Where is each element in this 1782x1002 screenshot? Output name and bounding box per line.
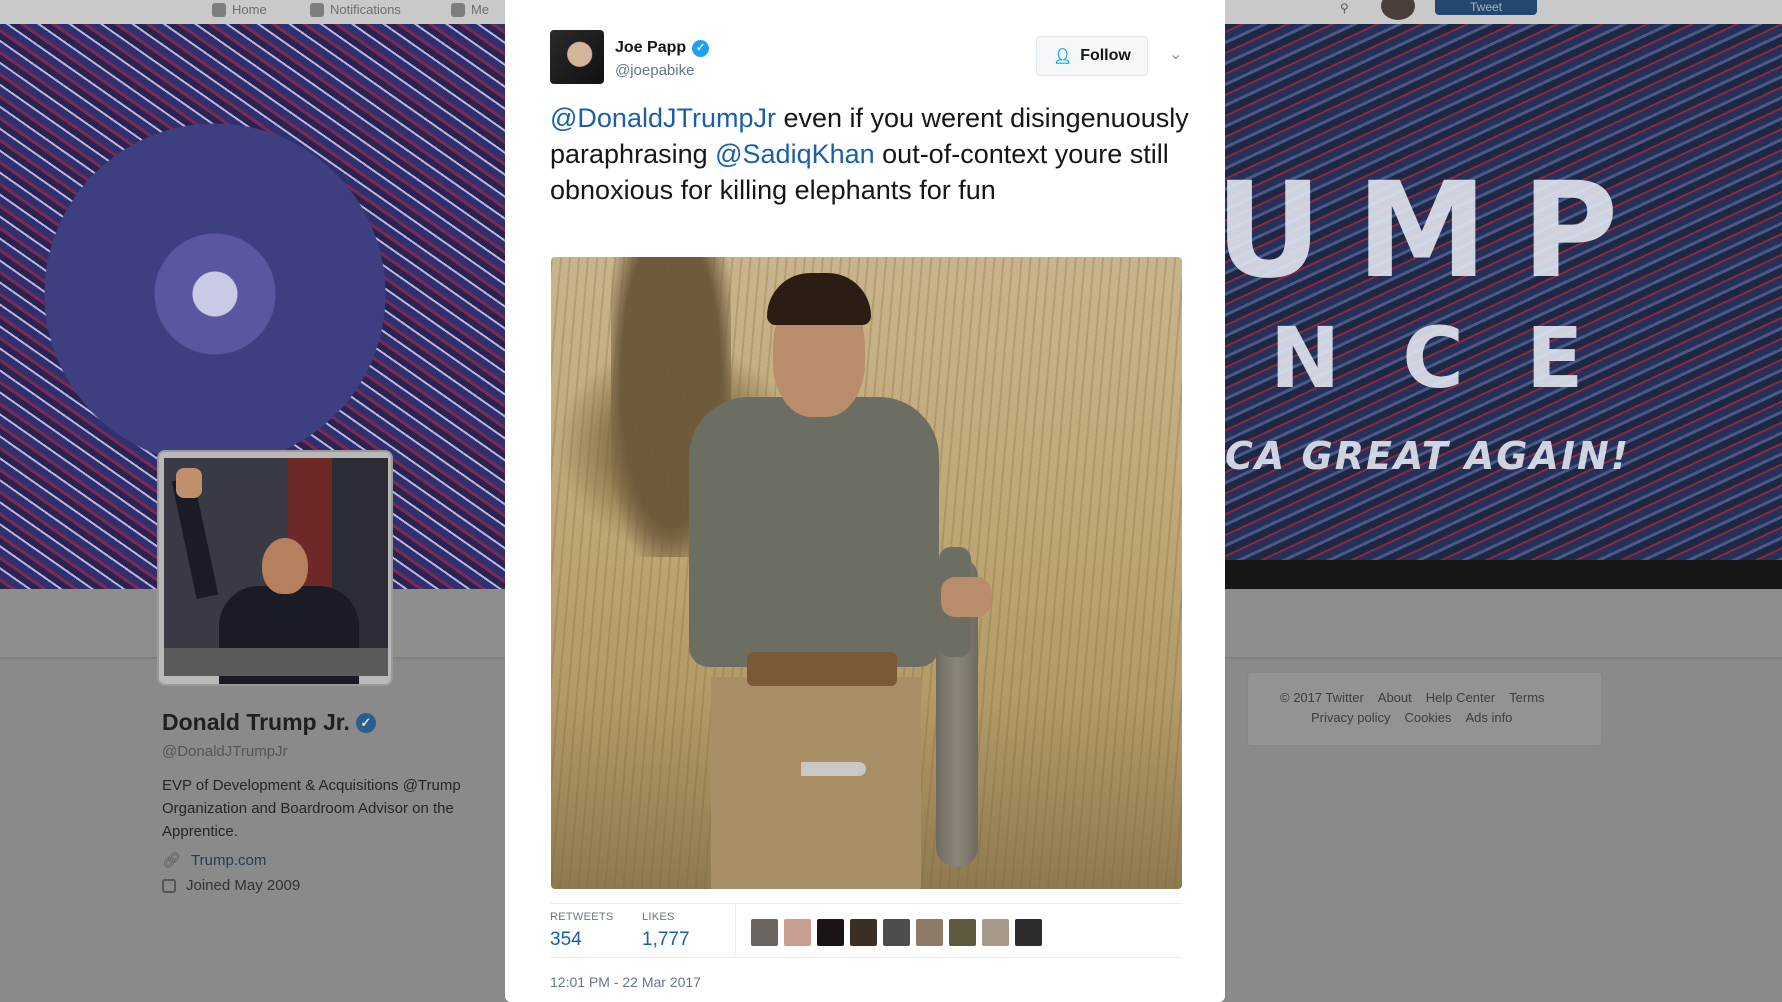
follow-button-label: Follow — [1080, 47, 1131, 64]
liker-avatars — [751, 919, 1042, 946]
liker-avatar[interactable] — [916, 919, 943, 946]
verified-icon: ✓ — [692, 39, 710, 57]
tweet-button[interactable]: Tweet — [1435, 0, 1537, 15]
profile-photo — [164, 458, 388, 684]
likes-stat[interactable]: LIKES 1,777 — [642, 911, 690, 951]
liker-avatar[interactable] — [883, 919, 910, 946]
nav-notifications[interactable]: Notifications — [310, 2, 401, 17]
chevron-down-icon[interactable]: ⌄ — [1169, 44, 1182, 64]
search-icon[interactable]: ⚲ — [1340, 1, 1349, 15]
banner-bottom-strip — [1225, 560, 1782, 589]
profile-avatar[interactable] — [157, 450, 393, 686]
profile-website[interactable]: 🔗︎ Trump.com — [162, 851, 266, 870]
tweet-author-avatar[interactable] — [550, 30, 604, 84]
link-icon: 🔗︎ — [162, 852, 182, 869]
tweet-modal: Joe Papp ✓ @joepabike 👤︎ Follow ⌄ @Donal… — [505, 0, 1225, 1002]
photo-hand — [941, 577, 991, 617]
banner-text-line2: NCE — [1270, 309, 1646, 407]
photo-fist — [176, 468, 202, 498]
footer-about-link[interactable]: About — [1378, 690, 1412, 705]
footer-privacy-link[interactable]: Privacy policy — [1311, 710, 1390, 725]
liker-avatar[interactable] — [1015, 919, 1042, 946]
calendar-icon — [162, 878, 176, 893]
user-avatar[interactable] — [1381, 0, 1415, 20]
banner-text-line3: CA GREAT AGAIN! — [1225, 434, 1631, 478]
bell-icon — [310, 2, 324, 17]
nav-home-label: Home — [232, 2, 267, 17]
tweet-mention-1[interactable]: @DonaldJTrumpJr — [550, 103, 776, 133]
banner-text-line1: UMP — [1225, 154, 1653, 308]
footer-row-1: © 2017 Twitter About Help Center Terms — [1280, 690, 1545, 705]
tweet-text: @DonaldJTrumpJr even if you werent disin… — [550, 100, 1190, 208]
tweet-mention-2[interactable]: @SadiqKhan — [715, 139, 875, 169]
liker-avatar[interactable] — [784, 919, 811, 946]
footer-copyright: © 2017 Twitter — [1280, 690, 1364, 705]
tweet-author-name-text[interactable]: Joe Papp — [615, 39, 686, 57]
liker-avatar[interactable] — [850, 919, 877, 946]
home-icon — [212, 2, 226, 17]
liker-avatar[interactable] — [949, 919, 976, 946]
photo-belt — [747, 652, 897, 686]
photo-knife — [801, 762, 866, 776]
photo-legs — [711, 677, 921, 889]
profile-bio: EVP of Development & Acquisitions @Trump… — [162, 777, 461, 840]
follow-button[interactable]: 👤︎ Follow — [1036, 36, 1148, 76]
message-icon — [451, 2, 465, 17]
liker-avatar[interactable] — [982, 919, 1009, 946]
profile-name-text: Donald Trump Jr. — [162, 709, 350, 735]
footer-ads-link[interactable]: Ads info — [1465, 710, 1512, 725]
liker-avatar[interactable] — [751, 919, 778, 946]
footer-help-link[interactable]: Help Center — [1426, 690, 1495, 705]
nav-notifications-label: Notifications — [330, 2, 401, 17]
stats-divider-top — [550, 903, 1181, 904]
photo-podium — [164, 648, 388, 676]
stats-separator — [735, 905, 736, 955]
nav-messages[interactable]: Me — [451, 2, 489, 17]
retweets-stat[interactable]: RETWEETS 354 — [550, 911, 614, 951]
profile-handle[interactable]: @DonaldJTrumpJr — [162, 743, 288, 760]
liker-avatar[interactable] — [817, 919, 844, 946]
photo-torso — [689, 397, 939, 667]
retweets-label: RETWEETS — [550, 911, 614, 923]
likes-count[interactable]: 1,777 — [642, 929, 690, 951]
tweet-timestamp[interactable]: 12:01 PM - 22 Mar 2017 — [550, 974, 701, 990]
footer-row-2: Privacy policy Cookies Ads info — [1311, 710, 1512, 725]
footer-terms-link[interactable]: Terms — [1509, 690, 1544, 705]
profile-name: Donald Trump Jr. ✓ — [162, 709, 376, 736]
likes-label: LIKES — [642, 911, 675, 923]
stats-divider-bottom — [550, 957, 1181, 958]
person-plus-icon: 👤︎ — [1053, 48, 1073, 65]
footer-links-box: © 2017 Twitter About Help Center Terms P… — [1247, 672, 1602, 746]
nav-home[interactable]: Home — [212, 2, 267, 17]
verified-icon: ✓ — [355, 712, 376, 733]
profile-joined-label: Joined May 2009 — [186, 877, 301, 894]
photo-head — [262, 538, 308, 594]
retweets-count[interactable]: 354 — [550, 929, 614, 951]
profile-banner-right: UMP NCE CA GREAT AGAIN! — [1225, 24, 1782, 589]
profile-website-label[interactable]: Trump.com — [191, 852, 266, 869]
profile-joined: Joined May 2009 — [162, 877, 300, 894]
nav-messages-label: Me — [471, 2, 490, 17]
footer-cookies-link[interactable]: Cookies — [1404, 710, 1451, 725]
tweet-author-name[interactable]: Joe Papp ✓ — [615, 39, 710, 57]
tweet-photo[interactable] — [551, 257, 1182, 889]
tweet-author-handle[interactable]: @joepabike — [615, 62, 694, 79]
